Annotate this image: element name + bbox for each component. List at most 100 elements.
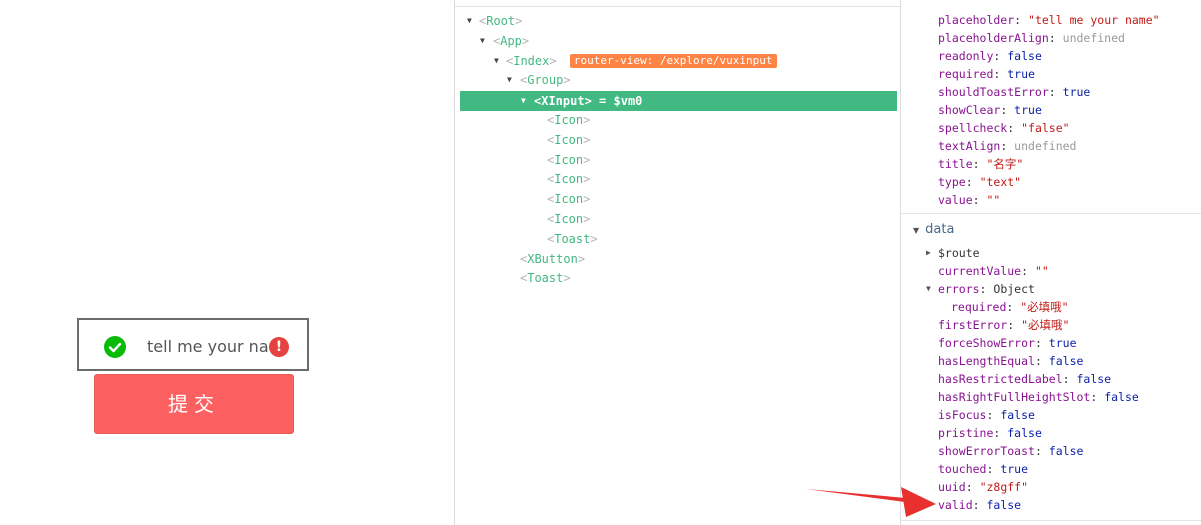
prop-value: false bbox=[1007, 49, 1042, 63]
data-row[interactable]: valid: false bbox=[938, 496, 1021, 514]
prop-value: "false" bbox=[1021, 121, 1070, 135]
prop-value: undefined bbox=[1014, 139, 1077, 153]
data-value: false bbox=[1076, 372, 1112, 386]
prop-key: readonly bbox=[938, 49, 994, 63]
tree-node-xbutton[interactable]: <XButton> bbox=[520, 249, 585, 269]
tree-node-toast[interactable]: <Toast> bbox=[547, 229, 598, 249]
collapse-arrow-icon[interactable]: ▼ bbox=[926, 280, 931, 298]
tree-node-toast[interactable]: <Toast> bbox=[520, 268, 571, 288]
tree-node-icon[interactable]: <Icon> bbox=[547, 189, 590, 209]
expand-arrow-icon[interactable]: ▼ bbox=[507, 70, 512, 90]
tree-node-root[interactable]: ▼ <Root> bbox=[467, 11, 522, 31]
divider bbox=[455, 6, 902, 7]
data-value: "必填哦" bbox=[1021, 318, 1070, 332]
collapse-arrow-icon[interactable]: ▼ bbox=[913, 226, 919, 235]
expand-arrow-icon[interactable]: ▶ bbox=[926, 244, 931, 262]
data-section-header[interactable]: ▼ data bbox=[913, 220, 954, 240]
prop-row[interactable]: textAlign: undefined bbox=[938, 137, 1076, 155]
prop-value: "名字" bbox=[986, 157, 1024, 171]
prop-value: true bbox=[1062, 85, 1091, 99]
prop-row[interactable]: shouldToastError: true bbox=[938, 83, 1090, 101]
data-row[interactable]: isFocus: false bbox=[938, 406, 1035, 424]
data-value: false bbox=[986, 498, 1022, 512]
submit-button[interactable]: 提交 bbox=[94, 374, 294, 434]
prop-key: placeholderAlign bbox=[938, 31, 1049, 45]
data-value: false bbox=[1048, 444, 1084, 458]
data-row[interactable]: required: "必填哦" bbox=[951, 298, 1069, 316]
data-key: valid bbox=[938, 498, 973, 512]
prop-row[interactable]: type: "text" bbox=[938, 173, 1021, 191]
data-key: currentValue bbox=[938, 264, 1022, 278]
prop-row[interactable]: placeholder: "tell me your name" bbox=[938, 11, 1160, 29]
data-row[interactable]: showErrorToast: false bbox=[938, 442, 1083, 460]
data-key: $route bbox=[938, 246, 980, 260]
prop-key: textAlign bbox=[938, 139, 1001, 153]
data-key: isFocus bbox=[938, 408, 987, 422]
tree-node-icon[interactable]: <Icon> bbox=[547, 110, 590, 130]
data-row[interactable]: forceShowError: true bbox=[938, 334, 1077, 352]
expand-arrow-icon[interactable]: ▼ bbox=[467, 11, 472, 31]
prop-row[interactable]: value: "" bbox=[938, 191, 1000, 209]
prop-row[interactable]: required: true bbox=[938, 65, 1035, 83]
data-row[interactable]: uuid: "z8gff" bbox=[938, 478, 1028, 496]
prop-row[interactable]: title: "名字" bbox=[938, 155, 1023, 173]
expand-arrow-icon[interactable]: ▼ bbox=[521, 91, 526, 111]
data-row[interactable]: hasLengthEqual: false bbox=[938, 352, 1083, 370]
data-key: forceShowError bbox=[938, 336, 1035, 350]
data-key: hasLengthEqual bbox=[938, 354, 1035, 368]
data-value: false bbox=[1048, 354, 1084, 368]
prop-row[interactable]: showClear: true bbox=[938, 101, 1042, 119]
inspector-panel: placeholder: "tell me your name" placehol… bbox=[901, 0, 1201, 525]
tree-node-xinput-selected[interactable]: ▼ <XInput> = $vm0 bbox=[460, 91, 897, 111]
input-value[interactable]: tell me your na bbox=[147, 336, 269, 358]
tree-node-group[interactable]: ▼ <Group> bbox=[507, 70, 571, 90]
data-row[interactable]: hasRightFullHeightSlot: false bbox=[938, 388, 1139, 406]
prop-key: shouldToastError bbox=[938, 85, 1049, 99]
prop-key: required bbox=[938, 67, 994, 81]
data-row[interactable]: ▶ $route bbox=[926, 244, 980, 262]
router-view-badge: router-view: /explore/vuxinput bbox=[569, 54, 777, 68]
data-value: "" bbox=[1034, 264, 1049, 278]
tree-node-xinput[interactable]: ▼ <XInput> = $vm0 bbox=[521, 91, 642, 111]
prop-key: placeholder bbox=[938, 13, 1015, 27]
prop-key: value bbox=[938, 193, 973, 207]
data-row[interactable]: ▼ errors: Object bbox=[926, 280, 1035, 298]
data-row[interactable]: firstError: "必填哦" bbox=[938, 316, 1069, 334]
data-key: showErrorToast bbox=[938, 444, 1035, 458]
expand-arrow-icon[interactable]: ▼ bbox=[494, 51, 499, 71]
tree-node-index[interactable]: ▼ <Index> router-view: /explore/vuxinput bbox=[494, 51, 777, 71]
prop-row[interactable]: placeholderAlign: undefined bbox=[938, 29, 1125, 47]
data-row[interactable]: hasRestrictedLabel: false bbox=[938, 370, 1111, 388]
prop-value: "text" bbox=[979, 175, 1022, 189]
tree-node-icon[interactable]: <Icon> bbox=[547, 130, 590, 150]
expand-arrow-icon[interactable]: ▼ bbox=[480, 31, 485, 51]
data-value: true bbox=[1048, 336, 1077, 350]
divider bbox=[901, 520, 1201, 521]
prop-value: "tell me your name" bbox=[1028, 13, 1160, 27]
data-row[interactable]: currentValue: "" bbox=[938, 262, 1049, 280]
data-key: uuid bbox=[938, 480, 966, 494]
tree-node-icon[interactable]: <Icon> bbox=[547, 150, 590, 170]
name-input[interactable]: tell me your na ! bbox=[77, 318, 309, 371]
prop-value: true bbox=[1007, 67, 1035, 81]
divider bbox=[901, 213, 1201, 214]
tree-node-app[interactable]: ▼ <App> bbox=[480, 31, 529, 51]
data-value: false bbox=[1104, 390, 1139, 404]
data-row[interactable]: pristine: false bbox=[938, 424, 1042, 442]
data-key: required bbox=[951, 300, 1007, 314]
data-value: "必填哦" bbox=[1020, 300, 1069, 314]
prop-value: true bbox=[1014, 103, 1042, 117]
prop-key: spellcheck bbox=[938, 121, 1008, 135]
tree-node-icon[interactable]: <Icon> bbox=[547, 169, 590, 189]
component-tree: ▼ <Root> ▼ <App> ▼ <Index> router-view: … bbox=[454, 0, 902, 525]
prop-row[interactable]: spellcheck: "false" bbox=[938, 119, 1070, 137]
prop-key: title bbox=[938, 157, 973, 171]
data-row[interactable]: touched: true bbox=[938, 460, 1028, 478]
data-key: hasRightFullHeightSlot bbox=[938, 390, 1091, 404]
data-value: false bbox=[1000, 408, 1035, 422]
tree-node-icon[interactable]: <Icon> bbox=[547, 209, 590, 229]
prop-row[interactable]: readonly: false bbox=[938, 47, 1042, 65]
error-icon[interactable]: ! bbox=[269, 337, 289, 357]
check-icon bbox=[104, 336, 126, 358]
prop-key: showClear bbox=[938, 103, 1001, 117]
